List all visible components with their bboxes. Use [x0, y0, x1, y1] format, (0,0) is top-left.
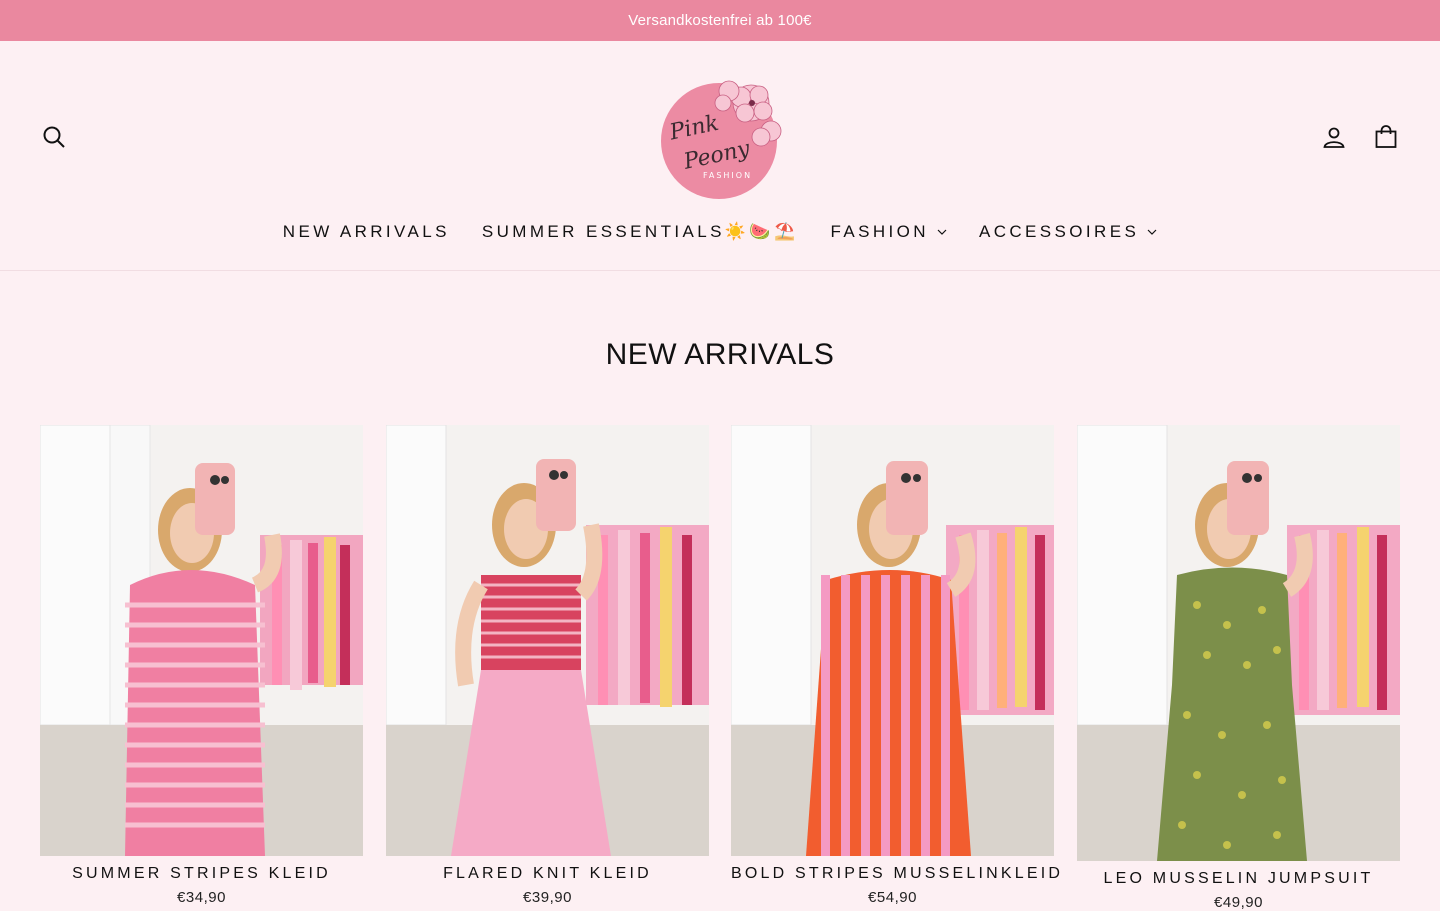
product-card[interactable]: BOLD STRIPES MUSSELINKLEID €54,90 [731, 425, 1060, 906]
nav-item-new-arrivals[interactable]: NEW ARRIVALS [267, 222, 466, 242]
product-card[interactable]: SUMMER STRIPES KLEID €34,90 [40, 425, 363, 906]
logo[interactable]: Pink Peony FASHION [653, 75, 787, 199]
product-price: €34,90 [177, 889, 226, 906]
product-title[interactable]: BOLD STRIPES MUSSELINKLEID [731, 865, 1060, 883]
product-title[interactable]: LEO MUSSELIN JUMPSUIT [1077, 870, 1400, 888]
product-price: €49,90 [1214, 894, 1263, 911]
shopping-bag-icon[interactable] [1370, 121, 1402, 153]
nav-label: ACCESSOIRES [978, 222, 1140, 241]
logo-text-line3: FASHION [703, 171, 752, 180]
product-card[interactable]: LEO MUSSELIN JUMPSUIT €49,90 [1077, 425, 1400, 911]
chevron-down-icon [937, 229, 947, 235]
site-header: Pink Peony FASHION NEW ARRIVALS SUMMER E… [0, 41, 1440, 271]
nav-item-accessoires[interactable]: ACCESSOIRES [963, 222, 1173, 242]
main-nav: NEW ARRIVALS SUMMER ESSENTIALS☀️🍉⛱️ FASH… [0, 219, 1440, 245]
nav-label: FASHION [830, 222, 929, 241]
section-title: NEW ARRIVALS [605, 338, 835, 371]
product-image[interactable] [1077, 425, 1400, 861]
nav-item-fashion[interactable]: FASHION [815, 222, 963, 242]
nav-label: SUMMER ESSENTIALS☀️🍉⛱️ [481, 222, 799, 241]
nav-label: NEW ARRIVALS [282, 222, 450, 241]
product-title[interactable]: SUMMER STRIPES KLEID [40, 865, 363, 883]
product-image[interactable] [40, 425, 363, 856]
product-price: €39,90 [523, 889, 572, 906]
search-icon[interactable] [38, 121, 70, 153]
user-icon[interactable] [1318, 121, 1350, 153]
nav-item-summer-essentials[interactable]: SUMMER ESSENTIALS☀️🍉⛱️ [466, 222, 815, 242]
chevron-down-icon [1147, 229, 1157, 235]
product-image[interactable] [386, 425, 709, 856]
announcement-text: Versandkostenfrei ab 100€ [628, 12, 812, 29]
product-title[interactable]: FLARED KNIT KLEID [386, 865, 709, 883]
product-card[interactable]: FLARED KNIT KLEID €39,90 [386, 425, 709, 906]
product-image[interactable] [731, 425, 1054, 856]
announcement-bar: Versandkostenfrei ab 100€ [0, 0, 1440, 41]
product-price: €54,90 [868, 889, 917, 906]
